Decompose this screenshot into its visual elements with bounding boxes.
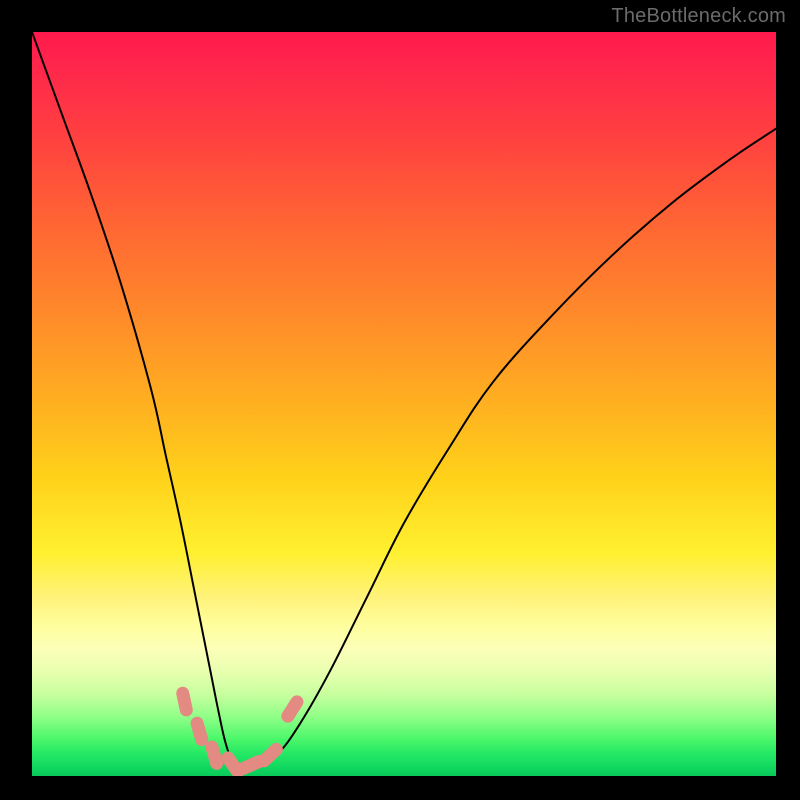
- watermark-text: TheBottleneck.com: [611, 5, 786, 28]
- curve-markers: [183, 693, 297, 771]
- curve-marker: [288, 702, 297, 716]
- curve-marker: [212, 747, 217, 763]
- chart-svg: [32, 32, 776, 776]
- curve-marker: [197, 723, 202, 739]
- bottleneck-curve: [32, 32, 776, 769]
- plot-area: [32, 32, 776, 776]
- curve-marker: [183, 693, 187, 710]
- chart-stage: TheBottleneck.com: [0, 0, 800, 800]
- curve-marker: [244, 761, 260, 768]
- curve-marker: [228, 758, 238, 772]
- curve-marker: [264, 749, 277, 760]
